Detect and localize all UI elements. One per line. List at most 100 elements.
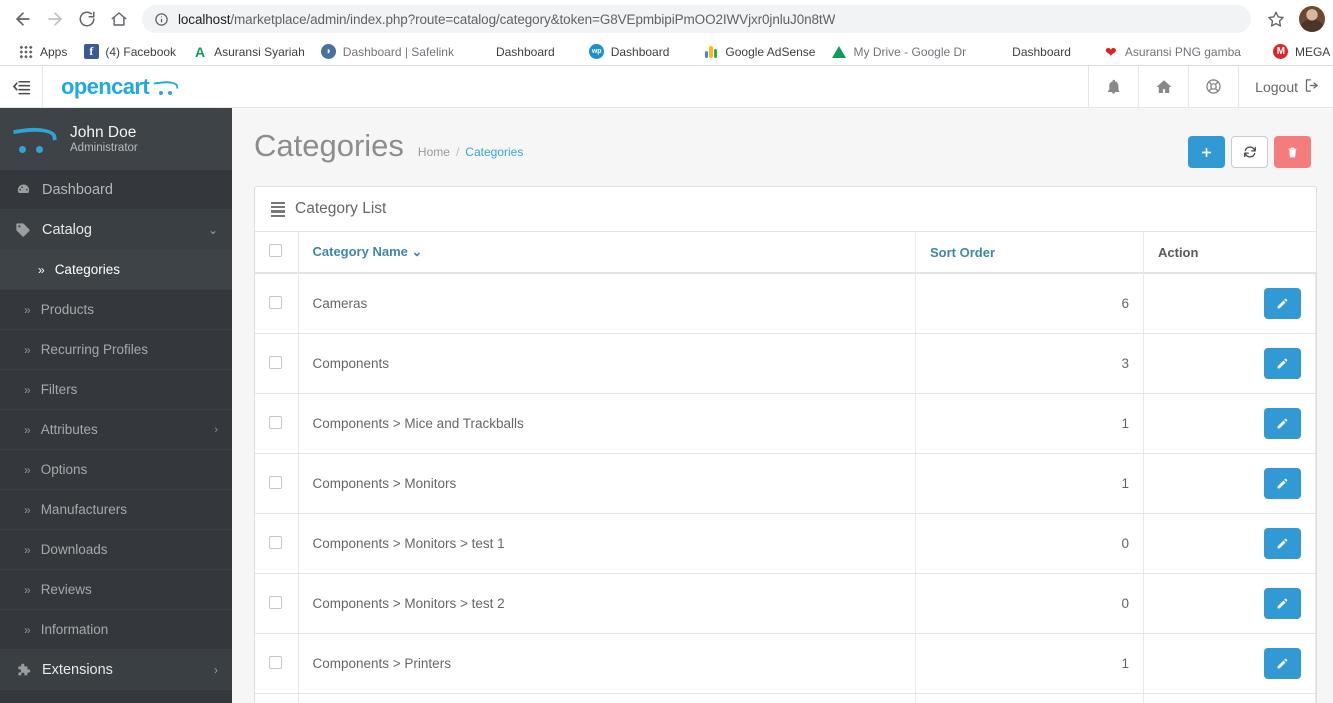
sidebar-item-label: Attributes xyxy=(40,422,98,438)
chevron-double-right-icon: » xyxy=(24,622,31,637)
opencart-cart-icon xyxy=(13,124,58,154)
edit-icon[interactable] xyxy=(1264,588,1301,620)
table-row[interactable]: Components 3 xyxy=(255,333,1316,395)
heart-icon: ❤ xyxy=(1105,43,1117,60)
row-checkbox[interactable] xyxy=(269,355,282,369)
row-action-cell xyxy=(1143,573,1316,635)
info-circle-icon[interactable] xyxy=(154,12,169,27)
facebook-icon: f xyxy=(83,44,99,60)
sign-out-icon xyxy=(1304,78,1319,96)
row-action-cell xyxy=(1143,633,1316,695)
edit-icon[interactable] xyxy=(1264,528,1301,560)
bookmark-asuransi-syariah[interactable]: A Asuransi Syariah xyxy=(184,41,313,63)
sidebar-item-reviews[interactable]: » Reviews xyxy=(0,570,232,611)
sidebar-item-attributes[interactable]: » Attributes › xyxy=(0,410,232,451)
table-row[interactable]: Cameras 6 xyxy=(255,273,1316,335)
column-action: Action xyxy=(1143,232,1316,275)
sidebar-item-extensions[interactable]: Extensions › xyxy=(0,650,232,691)
table-row[interactable]: Components > Scanners 1 xyxy=(255,693,1316,703)
row-sort-order: 3 xyxy=(915,333,1144,395)
sidebar-item-information[interactable]: » Information xyxy=(0,610,232,651)
sidebar-item-label: Extensions xyxy=(42,661,113,678)
address-bar[interactable]: localhost/marketplace/admin/index.php?ro… xyxy=(142,5,1251,33)
bookmark-dashboard-2[interactable]: wp Dashboard xyxy=(581,41,678,63)
main-content: Categories Home / Categories Category Li… xyxy=(232,108,1333,703)
chevron-double-right-icon: » xyxy=(24,302,31,317)
adobe-a-icon: A xyxy=(195,43,206,60)
table-row[interactable]: Components > Mice and Trackballs 1 xyxy=(255,393,1316,455)
bookmark-my-drive[interactable]: My Drive - Google Dr xyxy=(823,41,974,63)
profile-avatar[interactable] xyxy=(1299,6,1325,32)
sort-by-order-link[interactable]: Sort Order xyxy=(930,245,995,260)
panel-title: Category List xyxy=(295,200,387,218)
reload-icon[interactable] xyxy=(72,4,102,34)
row-checkbox[interactable] xyxy=(269,595,282,609)
row-checkbox[interactable] xyxy=(269,655,282,669)
profile-name: John Doe xyxy=(70,124,137,142)
row-checkbox[interactable] xyxy=(269,415,282,429)
table-row[interactable]: Components > Monitors > test 1 0 xyxy=(255,513,1316,575)
chevron-right-icon: › xyxy=(214,423,218,436)
sidebar-item-categories[interactable]: » Categories xyxy=(0,250,232,291)
bookmark-mega[interactable]: M MEGA ↓ 10% xyxy=(1265,41,1333,63)
sort-by-name-link[interactable]: Category Name xyxy=(313,244,408,259)
browser-toolbar: localhost/marketplace/admin/index.php?ro… xyxy=(0,0,1333,38)
star-icon[interactable] xyxy=(1261,4,1291,34)
bookmark-dashboard-3[interactable]: Dashboard xyxy=(1004,42,1079,62)
sidebar-item-options[interactable]: » Options xyxy=(0,450,232,491)
lifebuoy-icon[interactable] xyxy=(1188,66,1238,108)
sidebar-profile[interactable]: John Doe Administrator xyxy=(0,108,232,171)
brand-name: opencart xyxy=(61,73,150,99)
chevron-double-right-icon: » xyxy=(24,382,31,397)
add-new-button[interactable] xyxy=(1188,136,1225,169)
sidebar-item-recurring-profiles[interactable]: » Recurring Profiles xyxy=(0,330,232,371)
sidebar-item-manufacturers[interactable]: » Manufacturers xyxy=(0,490,232,531)
panel-header: Category List xyxy=(255,187,1316,233)
row-action-cell xyxy=(1143,693,1316,703)
row-checkbox[interactable] xyxy=(269,475,282,489)
select-all-checkbox[interactable] xyxy=(269,244,282,258)
edit-icon[interactable] xyxy=(1264,288,1301,320)
row-checkbox[interactable] xyxy=(269,535,282,549)
row-checkbox[interactable] xyxy=(269,295,282,309)
bookmark-dashboard-safelink[interactable]: ◗ Dashboard | Safelink xyxy=(313,41,462,63)
sidebar-item-label: Categories xyxy=(54,262,120,278)
delete-button[interactable] xyxy=(1274,136,1311,169)
edit-icon[interactable] xyxy=(1264,648,1301,680)
shopping-cart-icon xyxy=(153,79,180,95)
bookmark-facebook[interactable]: f (4) Facebook xyxy=(75,41,184,63)
column-sort-order: Sort Order xyxy=(915,232,1144,275)
hamburger-collapse-icon[interactable] xyxy=(0,66,43,108)
bookmark-asuransi-png[interactable]: ❤ Asuransi PNG gamba xyxy=(1095,41,1249,63)
app-header: opencart Logout xyxy=(0,66,1333,109)
sidebar-item-downloads[interactable]: » Downloads xyxy=(0,530,232,571)
table-row[interactable]: Components > Printers 1 xyxy=(255,633,1316,695)
table-row[interactable]: Components > Monitors 1 xyxy=(255,453,1316,515)
bookmarks-bar: Apps f (4) Facebook A Asuransi Syariah ◗… xyxy=(0,38,1333,66)
edit-icon[interactable] xyxy=(1264,348,1301,380)
sidebar-item-dashboard[interactable]: Dashboard xyxy=(0,170,232,211)
bell-icon[interactable] xyxy=(1088,66,1138,108)
sidebar-item-filters[interactable]: » Filters xyxy=(0,370,232,411)
sidebar-item-catalog[interactable]: Catalog ⌄ xyxy=(0,210,232,251)
sidebar-item-label: Options xyxy=(40,462,88,478)
breadcrumb-categories[interactable]: Categories xyxy=(465,145,523,159)
edit-icon[interactable] xyxy=(1264,468,1301,500)
brand-logo[interactable]: opencart xyxy=(43,66,198,107)
forward-icon[interactable] xyxy=(40,4,70,34)
sidebar-item-products[interactable]: » Products xyxy=(0,290,232,331)
home-icon[interactable] xyxy=(1138,66,1188,108)
bookmark-apps[interactable]: Apps xyxy=(10,41,75,63)
logout-button[interactable]: Logout xyxy=(1238,66,1333,108)
bookmark-google-adsense[interactable]: Google AdSense xyxy=(695,41,823,63)
home-icon[interactable] xyxy=(104,4,134,34)
edit-icon[interactable] xyxy=(1264,408,1301,440)
refresh-button[interactable] xyxy=(1231,136,1268,169)
bookmark-dashboard-1[interactable]: Dashboard xyxy=(488,42,563,62)
table-row[interactable]: Components > Monitors > test 2 0 xyxy=(255,573,1316,635)
chevron-double-right-icon: » xyxy=(24,542,31,557)
bookmark-label: Apps xyxy=(40,44,68,59)
breadcrumb-home[interactable]: Home xyxy=(418,145,450,159)
bookmark-label: Dashboard xyxy=(495,44,555,59)
back-icon[interactable] xyxy=(8,4,38,34)
